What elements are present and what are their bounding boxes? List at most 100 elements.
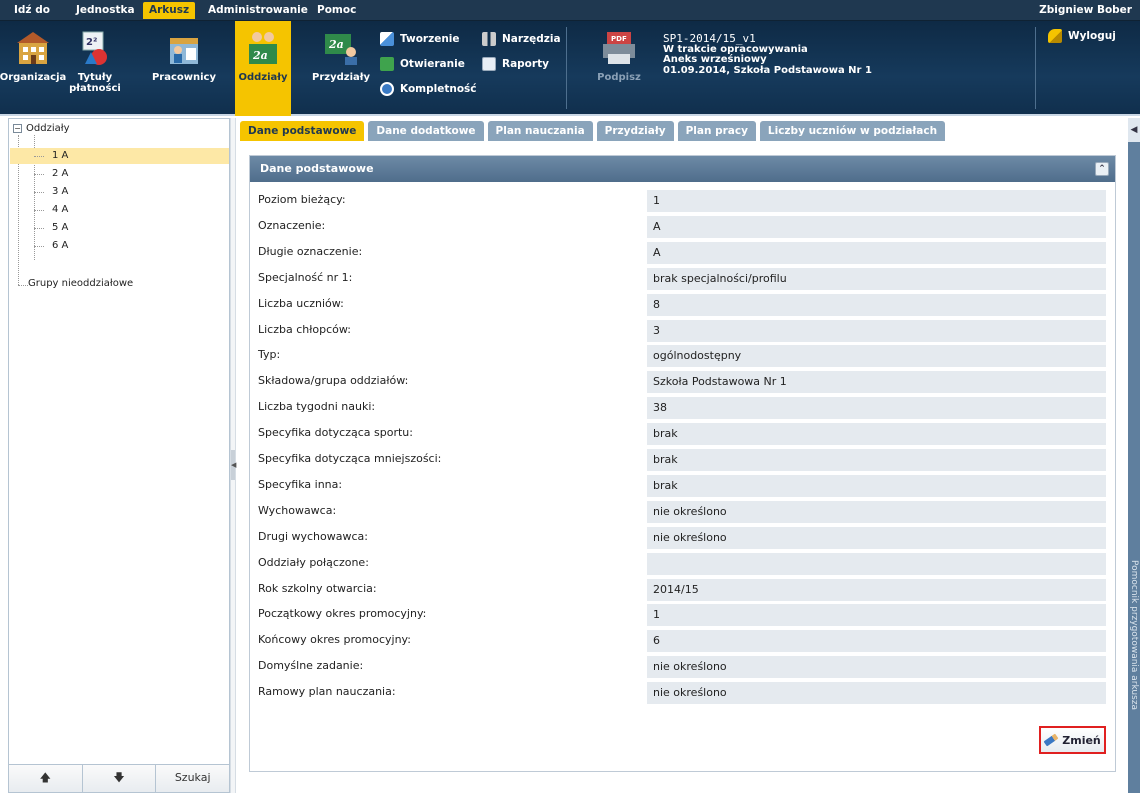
panel-splitter[interactable]: ◀ [230, 118, 236, 793]
przydzialy-button[interactable]: 2a Przydziały [309, 21, 373, 116]
oddzialy-button[interactable]: 2a Oddziały [235, 21, 291, 116]
tab-plan-nauczania[interactable]: Plan nauczania [487, 121, 593, 141]
detail-row: Oddziały połączone: [258, 552, 1106, 575]
pracownicy-button[interactable]: Pracownicy [138, 21, 230, 116]
detail-value: Szkoła Podstawowa Nr 1 [647, 371, 1106, 394]
detail-row: Składowa/grupa oddziałów: Szkoła Podstawo… [258, 371, 1106, 394]
class-icon: 2a [243, 28, 283, 68]
detail-row: Typ: ogólnodostępny [258, 345, 1106, 368]
tab-przydzialy[interactable]: Przydziały [596, 121, 674, 141]
panel-title: Dane podstawowe [260, 162, 374, 175]
detail-label: Początkowy okres promocyjny: [258, 607, 427, 621]
building-icon [13, 28, 53, 68]
otwieranie-label: Otwieranie [400, 58, 465, 70]
detail-row: Wychowawca: nie określono [258, 500, 1106, 523]
detail-row: Specyfika inna: brak [258, 474, 1106, 497]
toolbar-separator [566, 27, 567, 109]
detail-label: Specyfika dotycząca mniejszości: [258, 452, 442, 465]
menu-jednostka[interactable]: Jednostka [70, 2, 141, 19]
logout-label: Wyloguj [1068, 30, 1116, 42]
podpisz-button[interactable]: PDF Podpisz [590, 21, 648, 116]
tree-line [34, 174, 44, 175]
detail-value [647, 552, 1106, 575]
detail-row: Liczba chłopców: 3 [258, 319, 1106, 342]
detail-label: Składowa/grupa oddziałów: [258, 374, 409, 388]
otwieranie-button[interactable]: Otwieranie [380, 55, 465, 73]
side-panel-label: Pomocnik przygotowania arkusza [1129, 560, 1139, 711]
document-date-school: 01.09.2014, Szkoła Podstawowa Nr 1 [663, 64, 872, 76]
menu-idz-do[interactable]: Idź do [8, 2, 56, 19]
detail-row: Liczba uczniów: 8 [258, 293, 1106, 316]
detail-label: Ramowy plan nauczania: [258, 685, 396, 699]
toolbar-separator-2 [1035, 27, 1036, 109]
detail-label: Specjalność nr 1: [258, 270, 353, 284]
menu-administrowanie[interactable]: Administrowanie [202, 2, 314, 19]
tree-line [18, 285, 28, 286]
detail-row: Oznaczenie: A [258, 215, 1106, 238]
expand-side-panel-icon[interactable]: ◀ [1128, 118, 1140, 142]
pencil-icon [1043, 733, 1059, 747]
tree-root[interactable]: − Oddziały [13, 123, 69, 134]
narzedzia-label: Narzędzia [502, 33, 561, 45]
detail-row: Specjalność nr 1: brak specjalności/profi… [258, 267, 1106, 290]
kompletnosc-button[interactable]: Kompletność [380, 80, 477, 98]
change-button[interactable]: Zmień [1039, 726, 1106, 754]
detail-value: 3 [647, 319, 1106, 342]
move-down-button[interactable]: 🡇 [82, 765, 157, 792]
tab-bar: Dane podstawowe Dane dodatkowe Plan nauc… [240, 121, 946, 142]
tree-item-group[interactable]: Grupy nieoddziałowe [28, 278, 133, 289]
detail-label: Poziom bieżący: [258, 193, 346, 206]
tytuly-label-2: płatności [69, 83, 121, 94]
detail-label: Oznaczenie: [258, 218, 326, 232]
tree-panel: − Oddziały 1 A 2 A 3 A 4 A 5 A 6 A Grupy… [8, 118, 230, 793]
toolbar: Organizacja 2² Tytuły płatności Pracowni… [0, 21, 1140, 116]
document-info: SP1-2014/15_v1 W trakcie opracowywania A… [663, 33, 872, 76]
tab-liczby-uczniow[interactable]: Liczby uczniów w podziałach [759, 121, 946, 141]
detail-value: 6 [647, 630, 1106, 653]
detail-label: Liczba chłopców: [258, 322, 351, 336]
search-button[interactable]: Szukaj [156, 765, 230, 792]
splitter-collapse-icon[interactable]: ◀ [231, 450, 236, 480]
user-name: Zbigniew Bober [1039, 4, 1132, 16]
tytuly-label-1: Tytuły [77, 72, 113, 83]
detail-label: Liczba uczniów: [258, 296, 344, 310]
detail-value: nie określono [647, 656, 1106, 679]
pencil-icon [380, 32, 394, 46]
przydzialy-label: Przydziały [312, 72, 370, 83]
tworzenie-button[interactable]: Tworzenie [380, 30, 460, 48]
detail-label: Typ: [258, 348, 281, 362]
collapse-panel-icon[interactable]: ⌃ [1095, 162, 1109, 176]
detail-row: Domyślne zadanie: nie określono [258, 656, 1106, 679]
tab-dane-dodatkowe[interactable]: Dane dodatkowe [368, 121, 484, 141]
podpisz-label: Podpisz [597, 72, 641, 83]
open-icon [380, 57, 394, 71]
staff-icon [164, 28, 204, 68]
tworzenie-label: Tworzenie [400, 33, 460, 45]
tab-plan-pracy[interactable]: Plan pracy [677, 121, 756, 141]
pdf-label: PDF [611, 35, 627, 43]
detail-row: Rok szkolny otwarcia: 2014/15 [258, 578, 1106, 601]
detail-label: Domyślne zadanie: [258, 659, 364, 673]
menu-arkusz[interactable]: Arkusz [143, 2, 196, 19]
detail-value: 1 [647, 604, 1106, 627]
tab-dane-podstawowe[interactable]: Dane podstawowe [240, 121, 365, 141]
menu-pomoc[interactable]: Pomoc [311, 2, 362, 19]
logout-button[interactable]: Wyloguj [1048, 27, 1116, 45]
tree-line [34, 246, 44, 247]
tree-root-label: Oddziały [26, 123, 70, 134]
kompletnosc-label: Kompletność [400, 83, 477, 95]
detail-row: Poziom bieżący: 1 [258, 190, 1106, 212]
detail-label: Wychowawca: [258, 503, 337, 517]
organizacja-button[interactable]: Organizacja [0, 21, 66, 116]
detail-label: Oddziały połączone: [258, 555, 369, 569]
tytuly-platnosci-button[interactable]: 2² Tytuły płatności [66, 21, 124, 116]
tree-line [34, 210, 44, 211]
panel-header: Dane podstawowe ⌃ [250, 156, 1115, 182]
narzedzia-button[interactable]: Narzędzia [482, 30, 561, 48]
collapse-icon[interactable]: − [13, 124, 22, 133]
raporty-button[interactable]: Raporty [482, 55, 549, 73]
detail-value: brak [647, 423, 1106, 446]
detail-label: Drugi wychowawca: [258, 529, 368, 543]
move-up-button[interactable]: 🡅 [9, 765, 83, 792]
tree-line [34, 156, 44, 157]
